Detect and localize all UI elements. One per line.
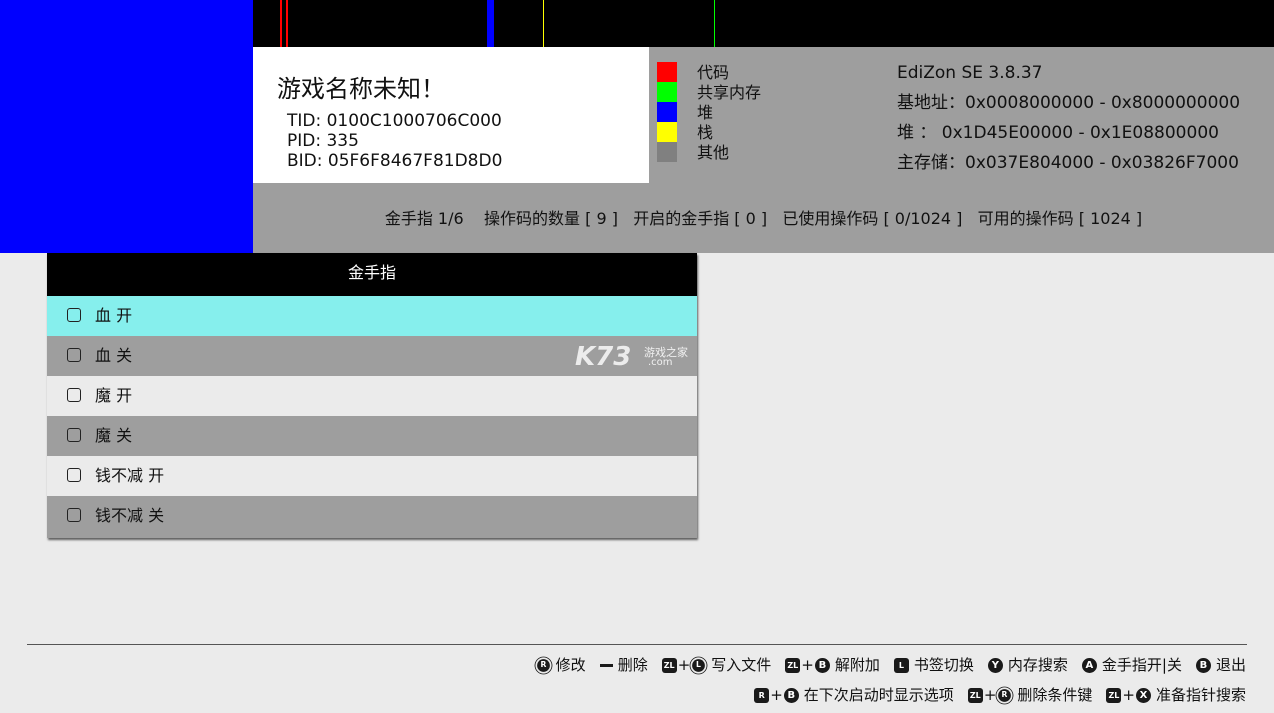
watermark-logo: K73 — [575, 342, 632, 372]
r-stick-icon: R — [998, 688, 1012, 702]
build-id: BID: 05F6F8467F81D8D0 — [287, 151, 503, 171]
zl-button-icon: ZL — [967, 687, 983, 703]
footer-divider — [27, 644, 1247, 645]
hint-detach[interactable]: ZL + B 解附加 — [785, 654, 880, 676]
hint-memory-search[interactable]: Y 内存搜索 — [987, 654, 1068, 676]
cheat-row[interactable]: 魔 开 — [47, 376, 697, 416]
cheat-name: 魔 开 — [95, 386, 133, 405]
legend-swatch-shared — [657, 82, 677, 102]
legend-swatch-stack — [657, 122, 677, 142]
cheat-list-panel: 金手指 血 开 血 关 魔 开 魔 关 钱不减 开 钱不减 关 — [47, 253, 697, 538]
cheat-row[interactable]: 魔 关 — [47, 416, 697, 456]
memory-segment-stack — [543, 0, 544, 47]
zl-button-icon: ZL — [661, 657, 677, 673]
cheat-list-header: 金手指 — [47, 253, 697, 296]
plus-icon: + — [1122, 686, 1135, 704]
legend-label-stack: 栈 — [697, 123, 714, 142]
cheat-row[interactable]: 钱不减 关 — [47, 496, 697, 536]
cheat-stats-text: 金手指 1/6 操作码的数量 [ 9 ] 开启的金手指 [ 0 ] 已使用操作码… — [384, 209, 1143, 228]
legend-swatch-heap — [657, 102, 677, 122]
hint-label: 准备指针搜索 — [1155, 686, 1246, 704]
b-button-icon: B — [814, 657, 830, 673]
process-id: PID: 335 — [287, 131, 359, 151]
cheat-name: 血 开 — [95, 306, 133, 325]
cheat-name: 钱不减 关 — [95, 506, 165, 525]
legend-swatch-code — [657, 62, 677, 82]
hint-label: 解附加 — [834, 656, 880, 674]
hint-label: 删除条件键 — [1017, 686, 1093, 704]
memory-map-bar — [253, 0, 1274, 47]
hint-exit[interactable]: B 退出 — [1195, 654, 1246, 676]
hint-label: 内存搜索 — [1007, 656, 1068, 674]
y-button-icon: Y — [987, 657, 1003, 673]
checkbox-icon[interactable] — [67, 388, 81, 402]
hint-label: 在下次启动时显示选项 — [803, 686, 954, 704]
hint-write-file[interactable]: ZL + L 写入文件 — [661, 654, 772, 676]
cheat-stats-bar: 金手指 1/6 操作码的数量 [ 9 ] 开启的金手指 [ 0 ] 已使用操作码… — [253, 183, 1274, 253]
heap-address: 堆 ： 0x1D45E00000 - 0x1E08800000 — [897, 123, 1219, 143]
hint-bookmark-toggle[interactable]: L 书签切换 — [893, 654, 974, 676]
game-icon-placeholder — [0, 0, 253, 253]
plus-icon: + — [801, 656, 814, 674]
hint-label: 书签切换 — [913, 656, 974, 674]
r-stick-icon: R — [536, 658, 550, 672]
zl-button-icon: ZL — [1106, 687, 1122, 703]
l-stick-icon: L — [692, 658, 706, 672]
checkbox-icon[interactable] — [67, 428, 81, 442]
hint-row-1: R 修改 删除 ZL + L 写入文件 ZL + B 解附加 L 书签切换 Y 内存搜索 A 金手指… — [522, 654, 1246, 676]
title-id: TID: 0100C1000706C000 — [287, 111, 502, 131]
hint-pointer-search[interactable]: ZL + X 准备指针搜索 — [1106, 684, 1246, 706]
checkbox-icon[interactable] — [67, 508, 81, 522]
legend-label-code: 代码 — [697, 63, 730, 82]
hint-delete-condition[interactable]: ZL + R 删除条件键 — [967, 684, 1093, 706]
minus-button-icon — [599, 663, 613, 667]
legend-label-shared: 共享内存 — [697, 83, 762, 102]
legend-label-other: 其他 — [697, 143, 730, 162]
base-address: 基地址：0x0008000000 - 0x8000000000 — [897, 93, 1241, 113]
memory-segment-shared — [714, 0, 715, 47]
cheat-name: 钱不减 开 — [95, 466, 165, 485]
hint-edit[interactable]: R 修改 — [536, 654, 586, 676]
hint-label: 删除 — [617, 656, 648, 674]
memory-legend-panel: 代码 共享内存 堆 栈 其他 EdiZon SE 3.8.37 基地址：0x00… — [649, 47, 1274, 183]
checkbox-icon[interactable] — [67, 468, 81, 482]
r-button-icon: R — [754, 687, 770, 703]
cheat-row[interactable]: 钱不减 开 — [47, 456, 697, 496]
hint-label: 金手指开|关 — [1101, 656, 1182, 674]
hint-label: 退出 — [1215, 656, 1246, 674]
hint-delete[interactable]: 删除 — [599, 654, 648, 676]
cheat-name: 血 关 — [95, 346, 133, 365]
main-address: 主存储：0x037E804000 - 0x03826F7000 — [897, 153, 1239, 173]
legend-label-heap: 堆 — [697, 103, 714, 122]
memory-segment-code-2 — [286, 0, 288, 47]
memory-segment-code — [280, 0, 282, 47]
a-button-icon: A — [1081, 657, 1097, 673]
hint-cheat-toggle[interactable]: A 金手指开|关 — [1081, 654, 1182, 676]
hint-label: 修改 — [555, 656, 586, 674]
memory-segment-heap — [487, 0, 494, 47]
zl-button-icon: ZL — [785, 657, 801, 673]
game-info-panel: 游戏名称未知！ TID: 0100C1000706C000 PID: 335 B… — [253, 47, 649, 183]
cheat-row-selected[interactable]: 血 开 — [47, 296, 697, 336]
hint-show-options[interactable]: R + B 在下次启动时显示选项 — [754, 684, 954, 706]
b-button-icon: B — [1195, 657, 1211, 673]
watermark-domain: .com — [648, 357, 673, 368]
checkbox-icon[interactable] — [67, 348, 81, 362]
plus-icon: + — [770, 686, 783, 704]
checkbox-icon[interactable] — [67, 308, 81, 322]
legend-swatch-other — [657, 142, 677, 162]
hint-label: 写入文件 — [711, 656, 772, 674]
b-button-icon: B — [783, 687, 799, 703]
hint-row-2: R + B 在下次启动时显示选项 ZL + R 删除条件键 ZL + X 准备指针搜索 — [740, 684, 1246, 706]
game-title: 游戏名称未知！ — [277, 75, 445, 103]
app-version: EdiZon SE 3.8.37 — [897, 63, 1043, 83]
plus-icon: + — [677, 656, 691, 674]
x-button-icon: X — [1135, 687, 1151, 703]
cheat-name: 魔 关 — [95, 426, 133, 445]
plus-icon: + — [983, 686, 997, 704]
l-button-icon: L — [893, 657, 909, 673]
